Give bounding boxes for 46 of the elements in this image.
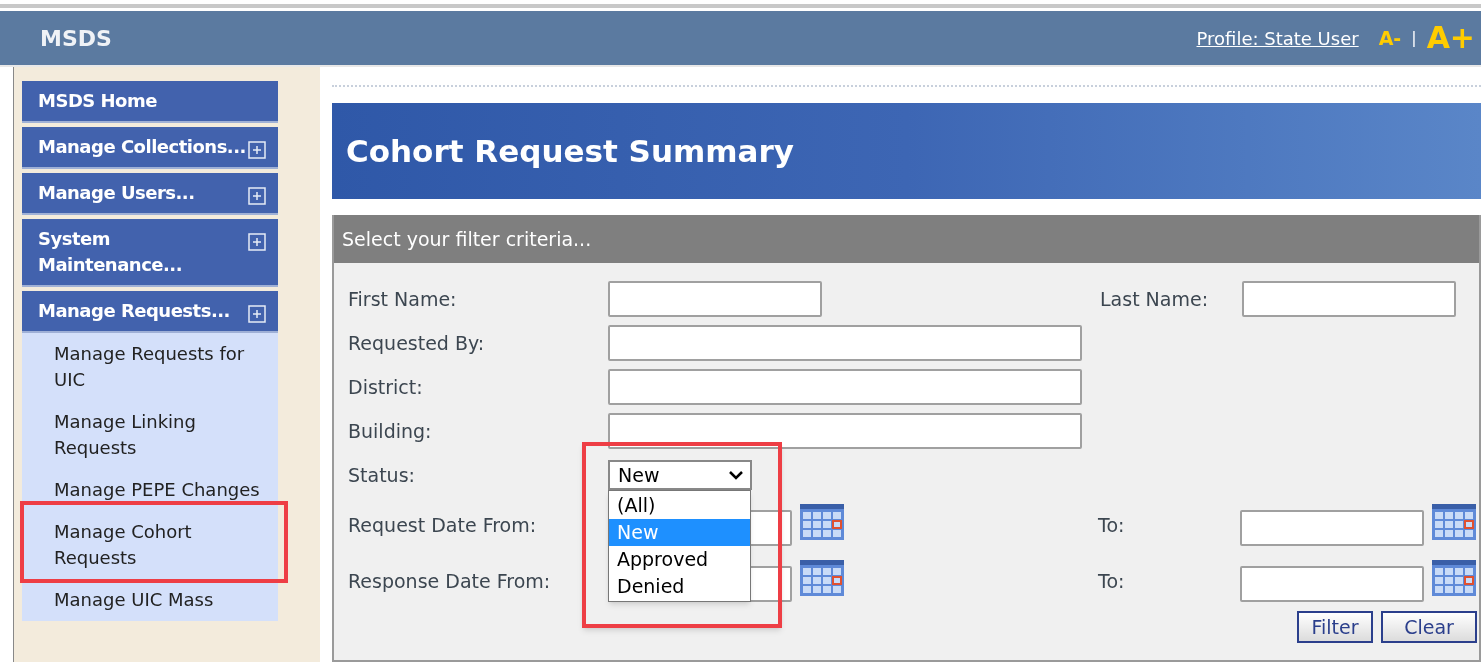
dropdown-option[interactable]: Denied (609, 573, 750, 600)
calendar-icon[interactable] (1432, 558, 1476, 596)
filter-button[interactable]: Clear (1381, 611, 1477, 643)
dropdown-option[interactable]: Approved (609, 546, 750, 573)
field-label: Building: (348, 418, 433, 444)
sidebar-item[interactable]: Manage PEPE Changes (22, 469, 278, 511)
sidebar-item[interactable]: Manage Requests for UIC (22, 333, 278, 401)
expand-icon[interactable] (248, 233, 266, 251)
sidebar-section[interactable]: Manage Collections... (22, 127, 278, 169)
field-label: Requested By: (348, 330, 486, 356)
sidebar-section[interactable]: MSDS Home (22, 81, 278, 123)
dropdown-option[interactable]: (All) (609, 492, 750, 519)
sidebar-section[interactable]: Manage Requests... (22, 291, 278, 333)
calendar-icon[interactable] (1432, 502, 1476, 540)
calendar-icon[interactable] (800, 502, 844, 540)
text-field[interactable] (608, 281, 822, 317)
text-field[interactable] (608, 325, 1082, 361)
field-label: To: (1098, 512, 1126, 538)
chevron-down-icon (728, 470, 744, 480)
sidebar-item[interactable]: Manage Linking Requests (22, 401, 278, 469)
text-field[interactable] (1240, 510, 1424, 546)
field-label: District: (348, 374, 424, 400)
expand-icon[interactable] (248, 305, 266, 323)
filter-heading: Select your filter criteria... (342, 226, 592, 252)
expand-icon[interactable] (248, 141, 266, 159)
text-field[interactable] (1242, 281, 1456, 317)
text-field[interactable] (1240, 566, 1424, 602)
field-label: Status: (348, 462, 416, 488)
page-title: Cohort Request Summary (346, 131, 794, 171)
expand-icon[interactable] (248, 187, 266, 205)
sidebar-section[interactable]: System Maintenance... (22, 219, 278, 287)
field-label: Response Date From: (348, 568, 552, 594)
field-label: Request Date From: (348, 512, 538, 538)
field-label: Last Name: (1100, 286, 1210, 312)
field-label: First Name: (348, 286, 458, 312)
site-title: MSDS (40, 24, 112, 53)
separator: | (1411, 27, 1417, 49)
text-field[interactable] (608, 413, 1082, 449)
status-dropdown[interactable]: New (608, 460, 752, 490)
sidebar-section[interactable]: Manage Users... (22, 173, 278, 215)
sidebar-item[interactable]: Manage Cohort Requests (22, 511, 278, 579)
text-field[interactable] (608, 369, 1082, 405)
profile-link[interactable]: Profile: State User (1196, 24, 1359, 52)
field-label: To: (1098, 568, 1126, 594)
calendar-icon[interactable] (800, 558, 844, 596)
filter-button[interactable]: Filter (1297, 611, 1373, 643)
